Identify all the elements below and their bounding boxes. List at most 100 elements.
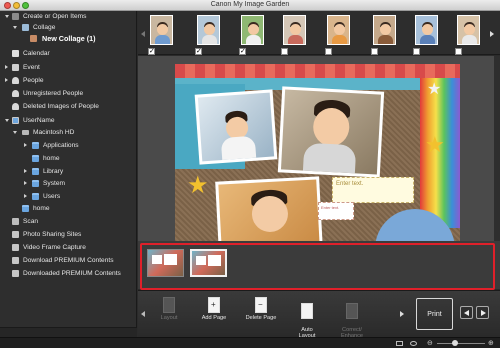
collage-photo-1[interactable]: [194, 89, 278, 165]
photo-body: [220, 135, 257, 161]
auto-layout-button[interactable]: Auto Layout: [286, 297, 328, 339]
chevron-right-icon[interactable]: [24, 181, 27, 185]
folder-icon: [22, 205, 29, 212]
thumbnail-body: [288, 35, 303, 44]
thumbnail-body: [202, 35, 217, 44]
thumbnail-body: [155, 35, 170, 44]
delete-page-label: Delete Page: [245, 315, 277, 321]
sidebar: Create or Open Items Collage New Collage…: [0, 11, 137, 337]
collage-text-box-small[interactable]: Enter text.: [318, 202, 354, 220]
collage-page[interactable]: Enter text. Enter text. ★ ★ ★: [175, 64, 460, 242]
layout-icon: [163, 297, 175, 313]
print-button[interactable]: Print: [416, 298, 453, 330]
download-icon: [12, 257, 19, 264]
checkbox-thumbnail-3[interactable]: ✓: [239, 48, 246, 55]
zoom-in-icon[interactable]: ⊕: [488, 339, 494, 347]
sidebar-item-system[interactable]: System: [0, 178, 137, 189]
thumbnail-body: [462, 35, 477, 44]
event-icon: [12, 64, 19, 71]
layout-button[interactable]: Layout: [148, 297, 190, 321]
sidebar-item-library[interactable]: Library: [0, 166, 137, 177]
collage-icon: [22, 24, 29, 31]
thumbnail-3[interactable]: [241, 15, 264, 45]
next-page-icon: [481, 310, 486, 316]
image-thumbnail-strip: ✓ ✓ ✓: [138, 11, 500, 55]
thumbnail-2[interactable]: [197, 15, 220, 45]
window-title: Canon My Image Garden: [210, 1, 290, 8]
sidebar-item-username[interactable]: UserName: [0, 115, 137, 126]
chevron-down-icon[interactable]: [13, 26, 17, 29]
sidebar-item-people[interactable]: People: [0, 75, 137, 86]
sidebar-item-download-premium[interactable]: Download PREMIUM Contents: [0, 255, 137, 266]
thumbnail-6[interactable]: [373, 15, 396, 45]
sidebar-item-collage[interactable]: Collage: [0, 22, 137, 33]
chevron-down-icon[interactable]: [5, 15, 9, 18]
thumbnail-face: [464, 24, 475, 35]
sidebar-item-video-frame[interactable]: Video Frame Capture: [0, 242, 137, 253]
view-mode-icon[interactable]: [396, 341, 403, 346]
scroll-right-icon[interactable]: [490, 31, 494, 37]
photo-image: [280, 89, 382, 175]
checkbox-thumbnail-4[interactable]: [281, 48, 288, 55]
thumbnail-4[interactable]: [283, 15, 306, 45]
sidebar-item-deleted-people[interactable]: Deleted Images of People: [0, 101, 137, 112]
correct-enhance-icon: [346, 303, 358, 319]
checkbox-thumbnail-2[interactable]: ✓: [195, 48, 202, 55]
sidebar-item-unregistered-people[interactable]: Unregistered People: [0, 88, 137, 99]
chevron-right-icon[interactable]: [24, 194, 27, 198]
thumbnail-face: [334, 24, 345, 35]
collage-text-box[interactable]: Enter text.: [332, 177, 414, 203]
zoom-slider-handle[interactable]: [452, 340, 458, 346]
checkbox-thumbnail-1[interactable]: ✓: [148, 48, 155, 55]
chevron-right-icon[interactable]: [24, 143, 27, 147]
thumbnail-1[interactable]: [150, 15, 173, 45]
sidebar-item-scan[interactable]: Scan: [0, 216, 137, 227]
highlight-callout: [140, 243, 495, 290]
sidebar-item-new-collage[interactable]: New Collage (1): [0, 33, 137, 44]
collage-photo-3[interactable]: [215, 176, 323, 242]
sidebar-item-calendar[interactable]: Calendar: [0, 48, 137, 59]
delete-page-button[interactable]: − Delete Page: [240, 297, 282, 321]
thumbnail-8[interactable]: [457, 15, 480, 45]
zoom-slider[interactable]: [437, 343, 485, 344]
zoom-out-icon[interactable]: ⊖: [427, 339, 433, 347]
vertical-scrollbar[interactable]: [494, 56, 500, 241]
checkbox-thumbnail-6[interactable]: [371, 48, 378, 55]
add-page-button[interactable]: + Add Page: [193, 297, 235, 321]
sidebar-item-photo-sharing[interactable]: Photo Sharing Sites: [0, 229, 137, 240]
toolbar-scroll-right-icon[interactable]: [400, 311, 404, 317]
collage-photo-2[interactable]: [277, 86, 385, 178]
add-page-label: Add Page: [201, 315, 227, 321]
photo-image: [218, 179, 320, 242]
thumbnail-face: [248, 24, 259, 35]
checkbox-thumbnail-8[interactable]: [455, 48, 462, 55]
full-screen-icon[interactable]: [410, 341, 417, 346]
chevron-right-icon[interactable]: [5, 78, 8, 82]
chevron-right-icon[interactable]: [5, 65, 8, 69]
sidebar-item-event[interactable]: Event: [0, 62, 137, 73]
hard-drive-icon: [22, 130, 29, 135]
chevron-right-icon[interactable]: [24, 169, 27, 173]
scroll-left-icon[interactable]: [141, 31, 145, 37]
next-page-button[interactable]: [476, 306, 489, 319]
layout-label: Layout: [160, 315, 178, 321]
previous-page-button[interactable]: [460, 306, 473, 319]
sidebar-item-applications[interactable]: Applications: [0, 140, 137, 151]
toolbar-scroll-left-icon[interactable]: [141, 311, 145, 317]
sidebar-item-create-or-open[interactable]: Create or Open Items: [0, 11, 137, 22]
thumbnail-7[interactable]: [415, 15, 438, 45]
sidebar-item-macintosh-hd[interactable]: Macintosh HD: [0, 127, 137, 138]
checkbox-thumbnail-7[interactable]: [413, 48, 420, 55]
sidebar-item-downloaded-premium[interactable]: Downloaded PREMIUM Contents: [0, 268, 137, 279]
chevron-down-icon[interactable]: [5, 119, 9, 122]
checkbox-thumbnail-5[interactable]: [325, 48, 332, 55]
sidebar-item-home-2[interactable]: home: [0, 203, 137, 214]
sidebar-item-users[interactable]: Users: [0, 191, 137, 202]
chevron-down-icon[interactable]: [13, 131, 17, 134]
correct-enhance-button[interactable]: Correct/ Enhance: [331, 297, 373, 339]
collage-doc-icon: [30, 35, 37, 42]
page-decoration-stripe: [175, 64, 460, 78]
auto-layout-icon: [301, 303, 313, 319]
sidebar-item-home[interactable]: home: [0, 153, 137, 164]
thumbnail-5[interactable]: [327, 15, 350, 45]
